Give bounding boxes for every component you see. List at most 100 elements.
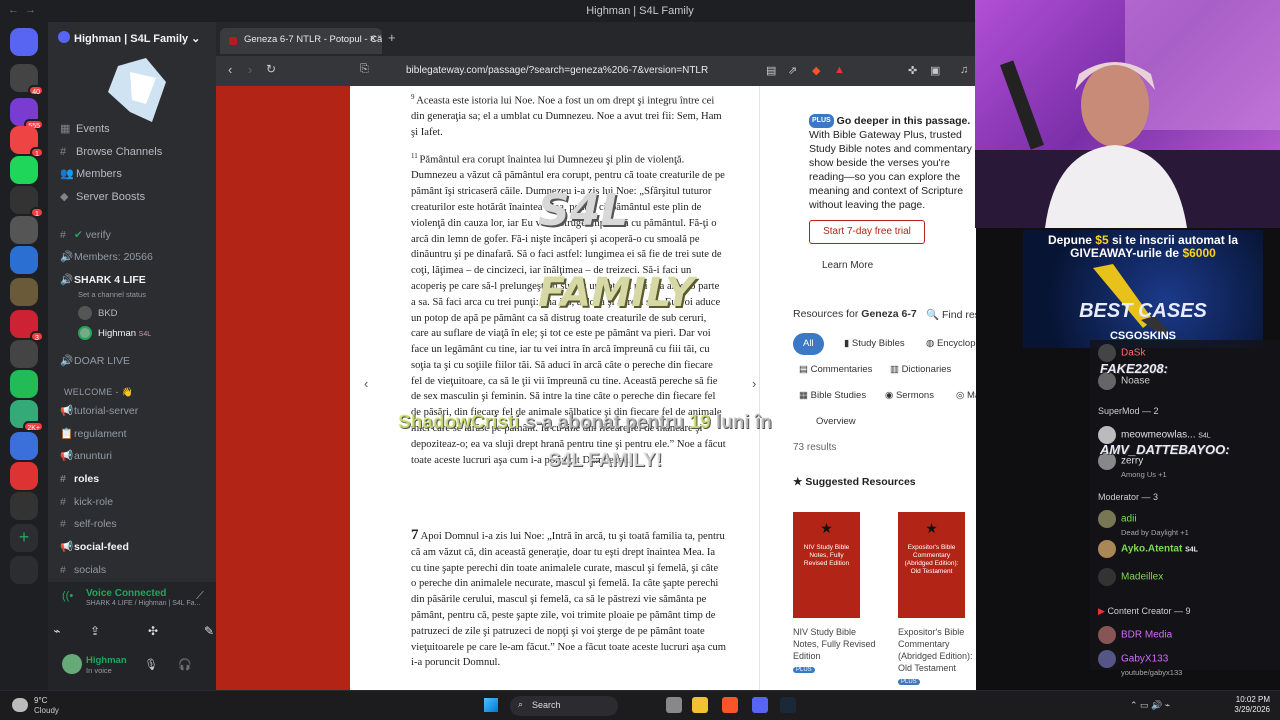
- steam-icon[interactable]: [780, 697, 796, 713]
- server-icon[interactable]: [10, 340, 38, 368]
- learn-more-link[interactable]: Learn More: [822, 260, 873, 271]
- nav-members[interactable]: 👥 Members: [60, 165, 122, 183]
- server-icon[interactable]: [10, 156, 38, 184]
- share-icon[interactable]: ⇗: [788, 64, 797, 77]
- voice-user-bkd[interactable]: BKD: [78, 306, 118, 322]
- filter-study-bibles[interactable]: ▮ Study Bibles: [844, 333, 905, 355]
- channel-anunturi[interactable]: 📢anunturi: [60, 448, 112, 464]
- server-icon[interactable]: 1: [10, 126, 44, 158]
- server-icon[interactable]: [10, 370, 38, 398]
- book-cover[interactable]: ★ NIV Study Bible Notes, Fully Revised Ed…: [793, 512, 860, 618]
- channel-verify[interactable]: # ✔ verify: [60, 227, 111, 243]
- server-icon[interactable]: 1: [10, 186, 44, 218]
- voice-status[interactable]: Voice Connected: [86, 588, 166, 599]
- channel-social-feed[interactable]: 📢social-feed: [60, 539, 129, 555]
- tray-icons[interactable]: ⌃ ▭ 🔊 ⌁: [1130, 700, 1170, 711]
- back-icon[interactable]: ‹: [228, 62, 232, 77]
- nav-browse-channels[interactable]: # Browse Channels: [60, 143, 162, 161]
- avatar: [78, 326, 92, 341]
- rewards-icon[interactable]: ▲: [834, 64, 845, 76]
- channel-regulament[interactable]: 📋regulament: [60, 426, 127, 442]
- discover-icon[interactable]: [10, 556, 38, 584]
- avatar[interactable]: [62, 654, 82, 674]
- deafen-icon[interactable]: 🎧: [178, 658, 192, 671]
- channel-tutorial-server[interactable]: 📢tutorial-server: [60, 403, 138, 419]
- server-icon[interactable]: [10, 246, 38, 274]
- voice-user-highman[interactable]: Highman S4L: [78, 326, 151, 342]
- discord-home-icon[interactable]: [10, 28, 38, 56]
- discord-icon[interactable]: [752, 697, 768, 713]
- next-chapter-icon[interactable]: ›: [752, 376, 756, 391]
- filter-maps[interactable]: ◎ Maps: [956, 385, 976, 407]
- taskbar-search[interactable]: ⌕ Search: [510, 696, 618, 716]
- close-tab-icon[interactable]: ×: [370, 33, 376, 45]
- brave-icon[interactable]: [722, 697, 738, 713]
- book-cover[interactable]: ★ Expositor's Bible Commentary (Abridged …: [898, 512, 965, 618]
- forward-icon[interactable]: ›: [248, 62, 252, 77]
- filter-label: Bible Studies: [810, 390, 867, 401]
- server-icon[interactable]: [10, 462, 38, 490]
- member-activity: youtube/gabyx133: [1121, 668, 1183, 677]
- server-header[interactable]: Highman | S4L Family ⌄: [48, 22, 216, 52]
- taskview-icon[interactable]: [666, 697, 682, 713]
- url-field[interactable]: biblegateway.com/passage/?search=geneza%…: [406, 65, 708, 76]
- server-icon[interactable]: [10, 216, 38, 244]
- voice-channel-path[interactable]: SHARK 4 LIFE / Highman | S4L Fa...: [86, 600, 200, 607]
- prev-chapter-icon[interactable]: ‹: [364, 376, 368, 391]
- browser-tab[interactable]: Geneza 6-7 NTLR - Potopul - Căi ×: [220, 28, 382, 54]
- reader-icon[interactable]: ▤: [766, 64, 776, 77]
- server-icon[interactable]: 40: [10, 64, 44, 96]
- noise-suppression-icon[interactable]: ⌁: [40, 618, 74, 644]
- server-icon[interactable]: [10, 278, 38, 306]
- book-label[interactable]: Expositor's Bible Commentary (Abridged E…: [898, 626, 976, 688]
- disconnect-icon[interactable]: ⟋: [196, 590, 204, 603]
- server-icon[interactable]: 3: [10, 310, 44, 342]
- mute-icon[interactable]: 🎙: [144, 658, 158, 671]
- channel-socials[interactable]: # socials: [60, 562, 106, 578]
- extensions-icon[interactable]: ✜: [908, 64, 917, 77]
- filter-dictionaries[interactable]: ▥ Dictionaries: [890, 359, 951, 381]
- channel-shark-4-life[interactable]: 🔊SHARK 4 LIFE: [60, 272, 146, 288]
- start-icon[interactable]: [484, 698, 498, 712]
- clock[interactable]: 10:02 PM 3/29/2026: [1224, 695, 1270, 715]
- category-welcome[interactable]: WELCOME - 👋: [64, 387, 133, 398]
- passage-text: Aceasta este istoria lui Noe. Noe a fost…: [411, 95, 722, 139]
- channel-members-count[interactable]: 🔊Members: 20566: [60, 249, 153, 265]
- channel-doar-live[interactable]: 🔊DOAR LIVE: [60, 353, 130, 369]
- bookmark-icon[interactable]: ⎘: [360, 63, 369, 76]
- file-explorer-icon[interactable]: [692, 697, 708, 713]
- server-icon[interactable]: [10, 492, 38, 520]
- find-resource-link[interactable]: 🔍 Find resource: [926, 308, 976, 321]
- nav-events[interactable]: ▦ Events: [60, 120, 110, 138]
- filter-label: Sermons: [895, 390, 934, 401]
- server-icon[interactable]: [10, 432, 38, 460]
- channel-kick-role[interactable]: # kick-role: [60, 494, 113, 510]
- server-icon[interactable]: 555: [10, 98, 44, 130]
- filter-overview[interactable]: Overview: [816, 411, 856, 433]
- voice-panel: ((• Voice Connected SHARK 4 LIFE / Highm…: [48, 582, 216, 690]
- channel-self-roles[interactable]: # self-roles: [60, 516, 117, 532]
- filter-encyclopedias[interactable]: ◍ Encyclopedias: [926, 333, 976, 355]
- brave-shield-icon[interactable]: ◆: [812, 64, 820, 77]
- channel-roles[interactable]: # roles: [60, 471, 99, 487]
- member-entry: Ayko.Atentat S4L: [1098, 540, 1198, 558]
- add-server-icon[interactable]: +: [10, 524, 38, 552]
- new-tab-button[interactable]: +: [388, 30, 396, 45]
- member-entry: Madeillex: [1098, 568, 1163, 586]
- weather-temp[interactable]: 9°C: [34, 696, 47, 705]
- weather-condition[interactable]: Cloudy: [34, 706, 59, 715]
- start-trial-button[interactable]: Start 7-day free trial: [809, 220, 925, 244]
- screen-share-icon[interactable]: ⇪: [78, 618, 112, 644]
- channel-status[interactable]: Set a channel status: [78, 290, 146, 299]
- sidebar-icon[interactable]: ▣: [930, 64, 940, 77]
- filter-commentaries[interactable]: ▤ Commentaries: [799, 359, 872, 381]
- book-label[interactable]: NIV Study Bible Notes, Fully Revised Edi…: [793, 626, 883, 676]
- nav-server-boosts[interactable]: ◆ Server Boosts: [60, 188, 145, 206]
- activities-icon[interactable]: ✣: [136, 618, 170, 644]
- filter-bible-studies[interactable]: ▦ Bible Studies: [799, 385, 866, 407]
- filter-sermons[interactable]: ◉ Sermons: [885, 385, 934, 407]
- media-icon[interactable]: ♫: [960, 64, 968, 76]
- filter-all[interactable]: All: [793, 333, 824, 355]
- server-icon[interactable]: 2K+: [10, 400, 44, 432]
- reload-icon[interactable]: ↻: [266, 62, 276, 76]
